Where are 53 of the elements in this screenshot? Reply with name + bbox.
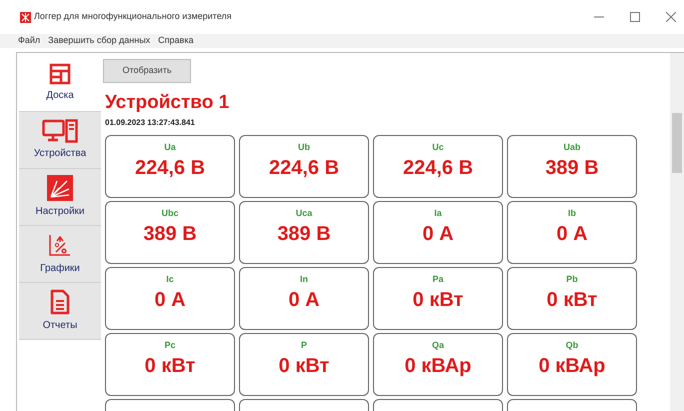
metric-value: 0 А [154, 288, 186, 314]
metric-label: Ic [166, 272, 174, 286]
metric-label: Uab [563, 140, 580, 154]
metric-value: 0 кВт [144, 354, 196, 380]
metric-value: 224,6 В [402, 156, 474, 182]
metric-label: Pb [566, 272, 578, 286]
display-button[interactable]: Отобразить [103, 58, 191, 83]
menu-item[interactable]: Файл [18, 34, 40, 48]
metric-label: Pa [432, 272, 444, 286]
metric-value: 224,6 В [134, 156, 206, 182]
metric-label: Pc [164, 338, 176, 352]
computer-icon [42, 119, 78, 143]
metric-label: P [300, 338, 307, 352]
metric-label: Uca [296, 206, 312, 220]
sidebar-tab[interactable]: Устройства [19, 112, 101, 169]
device-title: Устройство 1 [105, 90, 230, 115]
metric-value: 0 кВАр [404, 354, 472, 380]
metric-label: Qa [432, 338, 444, 352]
metric-value: 0 А [422, 222, 454, 248]
metric-value: 0 А [556, 222, 588, 248]
metric-label: Ua [164, 140, 176, 154]
metric-label: Ub [298, 140, 310, 154]
percent-chart-icon [47, 232, 73, 258]
metric-value: 0 кВт [546, 288, 598, 314]
maximize-icon[interactable] [630, 12, 640, 22]
scrollbar[interactable] [670, 53, 684, 411]
sidebar-tab[interactable]: Графики [19, 226, 101, 283]
metric-value: 0 кВАр [538, 354, 606, 380]
metric-label: In [300, 272, 308, 286]
app-logo-icon [20, 12, 31, 22]
metric-label: Ib [568, 206, 576, 220]
burst-icon [47, 175, 73, 201]
menu-item[interactable]: Справка [158, 34, 194, 48]
metric-label: Qb [566, 338, 578, 352]
sidebar-tab[interactable]: Настройки [19, 169, 101, 226]
scrollbar-thumb[interactable] [672, 113, 682, 173]
metric-value: 0 кВт [412, 288, 464, 314]
metric-value: 389 В [545, 156, 599, 182]
sidebar-tab[interactable]: Отчеты [19, 283, 101, 340]
menu-item[interactable]: Завершить сбор данных [48, 34, 150, 48]
dashboard-icon [49, 63, 71, 85]
close-icon[interactable] [666, 12, 676, 22]
metric-value: 0 кВт [278, 354, 330, 380]
metric-value: 389 В [143, 222, 197, 248]
metric-label: Ubc [161, 206, 178, 220]
metric-label: Ia [434, 206, 442, 220]
metric-label: Uc [432, 140, 444, 154]
timestamp: 01.09.2023 13:27:43.841 [105, 116, 196, 129]
metric-value: 389 В [277, 222, 331, 248]
window-title: Логгер для многофункционального измерителя [34, 10, 232, 24]
metric-value: 224,6 В [268, 156, 340, 182]
document-icon [50, 289, 70, 315]
metric-value: 0 А [288, 288, 320, 314]
